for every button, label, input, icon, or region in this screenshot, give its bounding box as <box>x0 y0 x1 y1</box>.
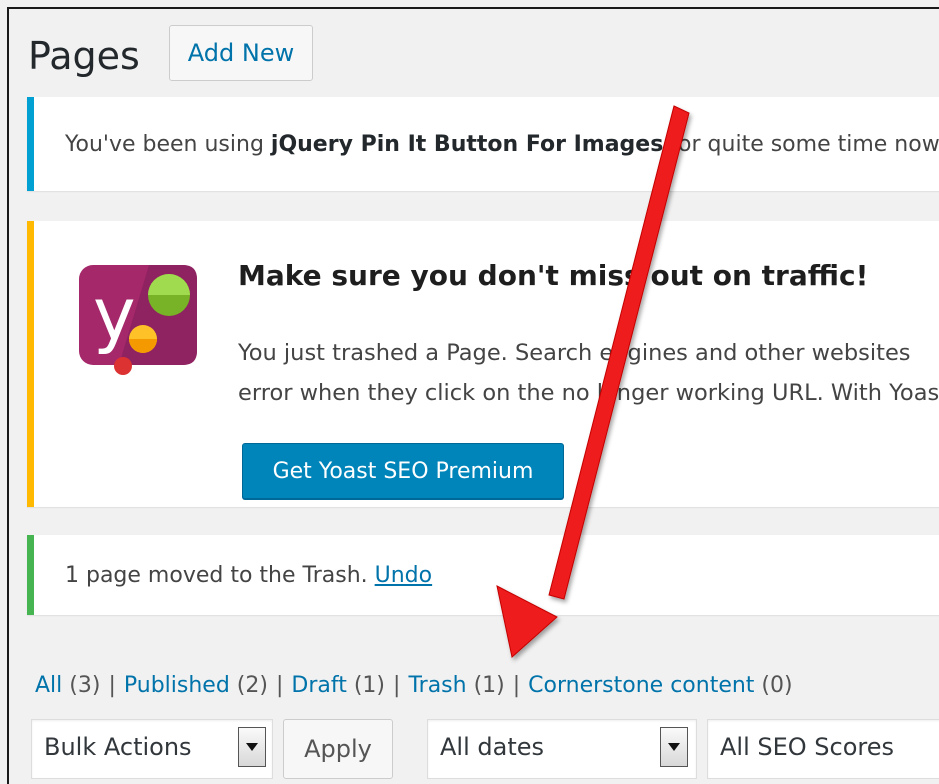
add-new-button[interactable]: Add New <box>169 25 313 81</box>
plugin-info-notice: You've been using jQuery Pin It Button F… <box>27 97 939 191</box>
trash-message-text: 1 page moved to the Trash. <box>65 563 375 588</box>
yoast-heading: Make sure you don't miss out on traffic! <box>238 259 869 292</box>
yoast-body-line-2: error when they click on the no longer w… <box>238 380 939 406</box>
filter-cornerstone-link[interactable]: Cornerstone content <box>528 673 754 698</box>
filter-draft-count: (1) <box>353 673 386 698</box>
dropdown-arrow-icon[interactable] <box>238 727 266 767</box>
filter-trash-count: (1) <box>473 673 505 698</box>
plugin-info-suffix: for quite some time now <box>663 132 939 157</box>
yoast-upsell-notice: y Make sure you don't miss out on traffi… <box>27 221 939 507</box>
page-title: Pages <box>28 34 140 78</box>
wp-admin-content: Pages Add New You've been using jQuery P… <box>7 7 939 784</box>
yoast-body: You just trashed a Page. Search engines … <box>238 333 939 413</box>
bulk-actions-value: Bulk Actions <box>44 733 192 761</box>
seo-score-filter-value: All SEO Scores <box>720 733 895 761</box>
status-filter-links: All (3) | Published (2) | Draft (1) | Trash (1… <box>35 673 793 698</box>
plugin-name: jQuery Pin It Button For Images <box>270 132 664 157</box>
svg-text:y: y <box>93 272 136 356</box>
filter-published-count: (2) <box>236 673 268 698</box>
separator: | <box>108 673 116 698</box>
trash-message: 1 page moved to the Trash. Undo <box>65 563 432 588</box>
dates-filter-select[interactable]: All dates <box>427 719 697 779</box>
filter-trash-link[interactable]: Trash <box>408 673 466 698</box>
separator: | <box>393 673 401 698</box>
dropdown-arrow-icon[interactable] <box>660 727 688 767</box>
yoast-body-line-1: You just trashed a Page. Search engines … <box>238 340 911 366</box>
get-yoast-premium-button[interactable]: Get Yoast SEO Premium <box>242 443 564 499</box>
filter-all-link[interactable]: All <box>35 673 62 698</box>
separator: | <box>512 673 521 698</box>
apply-button[interactable]: Apply <box>283 719 393 779</box>
trash-success-notice: 1 page moved to the Trash. Undo <box>27 535 939 615</box>
filter-all-count: (3) <box>69 673 101 698</box>
undo-link[interactable]: Undo <box>375 563 432 588</box>
separator: | <box>275 673 284 698</box>
filter-published-link[interactable]: Published <box>124 673 230 698</box>
bulk-actions-select[interactable]: Bulk Actions <box>31 719 273 779</box>
plugin-info-text: You've been using jQuery Pin It Button F… <box>65 132 939 157</box>
plugin-info-prefix: You've been using <box>65 132 271 157</box>
filter-cornerstone-count: (0) <box>754 673 793 698</box>
seo-score-filter-select[interactable]: All SEO Scores <box>707 719 939 779</box>
yoast-logo-icon: y <box>79 265 197 375</box>
dates-filter-value: All dates <box>440 733 545 761</box>
filter-draft-link[interactable]: Draft <box>291 673 346 698</box>
